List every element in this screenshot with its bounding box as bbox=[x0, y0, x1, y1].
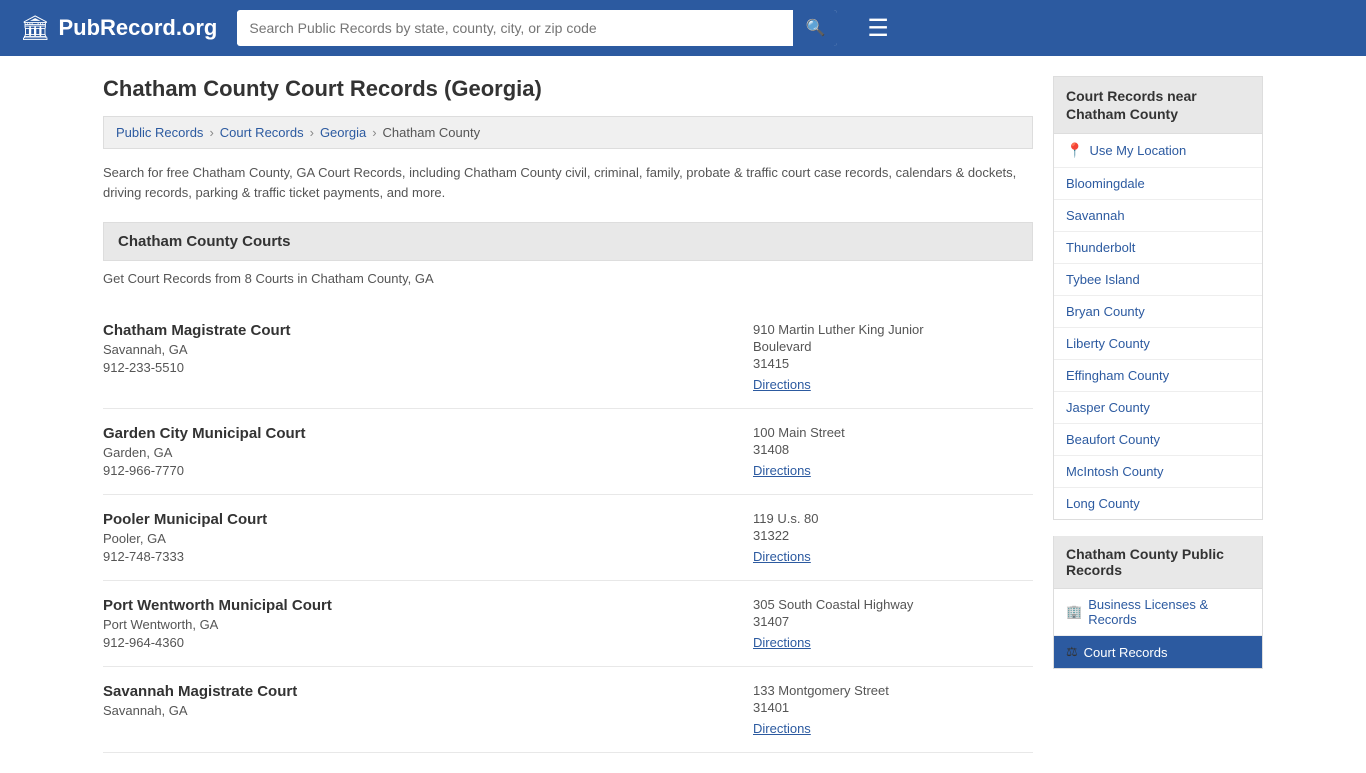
address-zip: 31408 bbox=[753, 442, 1033, 457]
use-location-label: Use My Location bbox=[1089, 143, 1186, 158]
sidebar-pr-icon: 🏢 bbox=[1066, 604, 1082, 620]
sidebar-nearby-title: Court Records near Chatham County bbox=[1053, 76, 1263, 134]
court-info: Garden City Municipal Court Garden, GA 9… bbox=[103, 425, 753, 478]
sidebar-public-records-title: Chatham County Public Records bbox=[1053, 536, 1263, 589]
header: 🏛 PubRecord.org 🔍 ☰ bbox=[0, 0, 1366, 56]
court-info: Port Wentworth Municipal Court Port Went… bbox=[103, 597, 753, 650]
breadcrumb-sep-1: › bbox=[209, 125, 213, 140]
court-name: Garden City Municipal Court bbox=[103, 425, 753, 442]
breadcrumb-sep-3: › bbox=[372, 125, 376, 140]
search-input[interactable] bbox=[237, 12, 793, 44]
court-entry: Chatham Magistrate Court Savannah, GA 91… bbox=[103, 306, 1033, 409]
court-address: 910 Martin Luther King Junior Boulevard … bbox=[753, 322, 1033, 392]
sidebar-pr-link[interactable]: Court Records bbox=[1084, 645, 1168, 660]
sidebar-nearby-item[interactable]: Bryan County bbox=[1054, 296, 1262, 328]
content-area: Chatham County Court Records (Georgia) P… bbox=[103, 76, 1033, 753]
court-address: 305 South Coastal Highway 31407 Directio… bbox=[753, 597, 1033, 650]
sidebar-pr-item[interactable]: ⚖ Court Records bbox=[1054, 636, 1262, 668]
logo[interactable]: 🏛 PubRecord.org bbox=[20, 14, 217, 43]
court-city: Pooler, GA bbox=[103, 531, 753, 546]
breadcrumb: Public Records › Court Records › Georgia… bbox=[103, 116, 1033, 149]
sidebar-nearby-item[interactable]: Thunderbolt bbox=[1054, 232, 1262, 264]
court-entry: Pooler Municipal Court Pooler, GA 912-74… bbox=[103, 495, 1033, 581]
address-line1: 910 Martin Luther King Junior bbox=[753, 322, 1033, 337]
sidebar-nearby-item[interactable]: Tybee Island bbox=[1054, 264, 1262, 296]
sidebar-pr-icon: ⚖ bbox=[1066, 644, 1078, 660]
page-description: Search for free Chatham County, GA Court… bbox=[103, 163, 1033, 202]
court-info: Savannah Magistrate Court Savannah, GA bbox=[103, 683, 753, 721]
directions-link[interactable]: Directions bbox=[753, 463, 811, 478]
sidebar-nearby-item[interactable]: Effingham County bbox=[1054, 360, 1262, 392]
sidebar-nearby-item[interactable]: Beaufort County bbox=[1054, 424, 1262, 456]
court-city: Port Wentworth, GA bbox=[103, 617, 753, 632]
courts-list: Chatham Magistrate Court Savannah, GA 91… bbox=[103, 306, 1033, 753]
location-icon: 📍 bbox=[1066, 142, 1083, 159]
breadcrumb-current: Chatham County bbox=[383, 125, 481, 140]
court-name: Savannah Magistrate Court bbox=[103, 683, 753, 700]
directions-link[interactable]: Directions bbox=[753, 635, 811, 650]
court-info: Pooler Municipal Court Pooler, GA 912-74… bbox=[103, 511, 753, 564]
court-address: 133 Montgomery Street 31401 Directions bbox=[753, 683, 1033, 736]
court-city: Garden, GA bbox=[103, 445, 753, 460]
courts-count: Get Court Records from 8 Courts in Chath… bbox=[103, 271, 1033, 286]
page-title: Chatham County Court Records (Georgia) bbox=[103, 76, 1033, 102]
logo-text: PubRecord.org bbox=[58, 15, 217, 41]
sidebar-nearby-item[interactable]: Liberty County bbox=[1054, 328, 1262, 360]
court-city: Savannah, GA bbox=[103, 342, 753, 357]
address-line2: Boulevard bbox=[753, 339, 1033, 354]
court-name: Pooler Municipal Court bbox=[103, 511, 753, 528]
logo-icon: 🏛 bbox=[20, 14, 50, 43]
breadcrumb-georgia[interactable]: Georgia bbox=[320, 125, 366, 140]
sidebar-pr-link[interactable]: Business Licenses & Records bbox=[1088, 597, 1250, 627]
sidebar-use-location[interactable]: 📍 Use My Location bbox=[1054, 134, 1262, 168]
breadcrumb-court-records[interactable]: Court Records bbox=[220, 125, 304, 140]
breadcrumb-public-records[interactable]: Public Records bbox=[116, 125, 203, 140]
sidebar: Court Records near Chatham County 📍 Use … bbox=[1053, 76, 1263, 753]
breadcrumb-sep-2: › bbox=[310, 125, 314, 140]
directions-link[interactable]: Directions bbox=[753, 549, 811, 564]
court-name: Chatham Magistrate Court bbox=[103, 322, 753, 339]
sidebar-public-records-list: 🏢 Business Licenses & Records ⚖ Court Recor… bbox=[1053, 589, 1263, 669]
court-phone: 912-233-5510 bbox=[103, 360, 753, 375]
court-city: Savannah, GA bbox=[103, 703, 753, 718]
court-info: Chatham Magistrate Court Savannah, GA 91… bbox=[103, 322, 753, 375]
address-zip: 31407 bbox=[753, 614, 1033, 629]
court-address: 119 U.s. 80 31322 Directions bbox=[753, 511, 1033, 564]
court-name: Port Wentworth Municipal Court bbox=[103, 597, 753, 614]
sidebar-nearby-item[interactable]: Savannah bbox=[1054, 200, 1262, 232]
address-line1: 305 South Coastal Highway bbox=[753, 597, 1033, 612]
court-entry: Savannah Magistrate Court Savannah, GA 1… bbox=[103, 667, 1033, 753]
address-zip: 31322 bbox=[753, 528, 1033, 543]
address-line1: 100 Main Street bbox=[753, 425, 1033, 440]
court-phone: 912-964-4360 bbox=[103, 635, 753, 650]
sidebar-pr-item[interactable]: 🏢 Business Licenses & Records bbox=[1054, 589, 1262, 636]
address-line1: 119 U.s. 80 bbox=[753, 511, 1033, 526]
court-phone: 912-966-7770 bbox=[103, 463, 753, 478]
sidebar-nearby-item[interactable]: Jasper County bbox=[1054, 392, 1262, 424]
sidebar-nearby-item[interactable]: Bloomingdale bbox=[1054, 168, 1262, 200]
section-header: Chatham County Courts bbox=[103, 222, 1033, 261]
search-button[interactable]: 🔍 bbox=[793, 10, 837, 46]
sidebar-nearby-item[interactable]: McIntosh County bbox=[1054, 456, 1262, 488]
sidebar-nearby-list: 📍 Use My Location BloomingdaleSavannahTh… bbox=[1053, 134, 1263, 520]
court-entry: Port Wentworth Municipal Court Port Went… bbox=[103, 581, 1033, 667]
menu-button[interactable]: ☰ bbox=[867, 14, 889, 43]
court-entry: Garden City Municipal Court Garden, GA 9… bbox=[103, 409, 1033, 495]
main-wrapper: Chatham County Court Records (Georgia) P… bbox=[83, 56, 1283, 773]
sidebar-nearby-item[interactable]: Long County bbox=[1054, 488, 1262, 519]
address-line1: 133 Montgomery Street bbox=[753, 683, 1033, 698]
address-zip: 31401 bbox=[753, 700, 1033, 715]
court-address: 100 Main Street 31408 Directions bbox=[753, 425, 1033, 478]
directions-link[interactable]: Directions bbox=[753, 721, 811, 736]
court-phone: 912-748-7333 bbox=[103, 549, 753, 564]
address-zip: 31415 bbox=[753, 356, 1033, 371]
search-bar: 🔍 bbox=[237, 10, 837, 46]
directions-link[interactable]: Directions bbox=[753, 377, 811, 392]
